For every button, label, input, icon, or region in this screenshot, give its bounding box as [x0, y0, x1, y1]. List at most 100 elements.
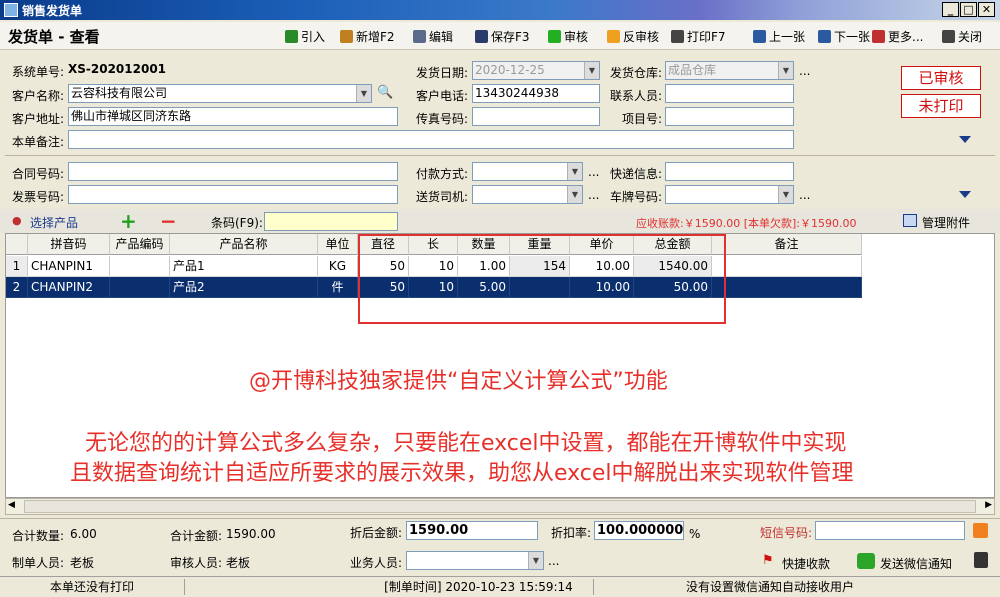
- driver-more[interactable]: ...: [588, 188, 599, 202]
- column-header[interactable]: 产品名称: [170, 234, 318, 255]
- address-field[interactable]: 佛山市禅城区同济东路: [68, 107, 398, 126]
- cell-code[interactable]: [110, 256, 170, 277]
- fax-field[interactable]: [472, 107, 600, 126]
- add-row-button[interactable]: +: [120, 209, 137, 233]
- driver-select[interactable]: ▼: [472, 185, 583, 204]
- toolbar-button-8[interactable]: 下一张: [818, 27, 870, 45]
- column-header[interactable]: 备注: [712, 234, 862, 255]
- toolbar-button-2[interactable]: 编辑: [413, 27, 453, 45]
- creator-label: 制单人员:: [12, 556, 65, 570]
- toolbar-button-5[interactable]: 反审核: [607, 27, 659, 45]
- cell-name[interactable]: 产品2: [170, 277, 318, 298]
- column-header[interactable]: 产品编码: [110, 234, 170, 255]
- total-qty-label: 合计数量:: [12, 529, 65, 543]
- manage-attachments-button[interactable]: 管理附件: [922, 214, 970, 231]
- dropdown-arrow-icon[interactable]: ▼: [778, 62, 793, 79]
- phone-field[interactable]: 13430244938: [472, 84, 600, 103]
- pay-more[interactable]: ...: [588, 165, 599, 179]
- toolbar-button-10[interactable]: 关闭: [942, 27, 982, 45]
- sms-label: 短信号码:: [760, 526, 813, 540]
- discounted-label: 折后金额:: [350, 526, 403, 540]
- contract-field[interactable]: [68, 162, 398, 181]
- dropdown-arrow-icon[interactable]: ▼: [584, 62, 599, 79]
- cell-unit[interactable]: KG: [318, 256, 358, 277]
- status-bar: 本单还没有打印 [制单时间] 2020-10-23 15:59:14 没有设置微…: [0, 576, 1000, 597]
- contact-field[interactable]: [665, 84, 794, 103]
- express-field[interactable]: [665, 162, 794, 181]
- invoice-label: 发票号码:: [12, 190, 65, 204]
- toolbar-button-0[interactable]: 引入: [285, 27, 325, 45]
- dropdown-arrow-icon[interactable]: ▼: [567, 186, 582, 203]
- approve-icon: [548, 29, 561, 43]
- attachment-icon[interactable]: [903, 214, 917, 227]
- send-wechat-button[interactable]: 发送微信通知: [880, 555, 952, 572]
- project-field[interactable]: [665, 107, 794, 126]
- cell-remark[interactable]: [712, 256, 862, 277]
- toolbar-button-3[interactable]: 保存F3: [475, 27, 530, 45]
- cell-pinyin[interactable]: CHANPIN1: [28, 256, 110, 277]
- promo-line-1: @开博科技独家提供“自定义计算公式”功能: [249, 369, 668, 394]
- remark-field[interactable]: [68, 130, 794, 149]
- cell-no[interactable]: 1: [6, 256, 28, 277]
- dropdown-arrow-icon[interactable]: ▼: [567, 163, 582, 180]
- cell-code[interactable]: [110, 277, 170, 298]
- column-header[interactable]: 单位: [318, 234, 358, 255]
- discounted-field[interactable]: 1590.00: [406, 521, 538, 540]
- plate-select[interactable]: ▼: [665, 185, 794, 204]
- scroll-thumb[interactable]: [24, 500, 976, 513]
- column-header[interactable]: 拼音码: [28, 234, 110, 255]
- toolbar: 发货单 - 查看 引入 新增F2 编辑 保存F3 审核 反审核 打印F7 上一张 下一张 更多..…: [0, 22, 1000, 50]
- pay-select[interactable]: ▼: [472, 162, 583, 181]
- cell-pinyin[interactable]: CHANPIN2: [28, 277, 110, 298]
- maximize-button[interactable]: □: [960, 2, 977, 17]
- barcode-input[interactable]: [264, 212, 398, 231]
- discount-rate-field[interactable]: 100.000000: [594, 521, 684, 540]
- rss-icon[interactable]: [973, 523, 988, 538]
- divider: [5, 155, 995, 156]
- customer-search-icon[interactable]: 🔍: [377, 85, 394, 102]
- horizontal-scrollbar[interactable]: ◀ ▶: [5, 498, 995, 515]
- ship-date-field[interactable]: 2020-12-25 ▼: [472, 61, 600, 80]
- warehouse-more[interactable]: ...: [799, 64, 810, 78]
- cell-no[interactable]: 2: [6, 277, 28, 298]
- dropdown-arrow-icon[interactable]: ▼: [356, 85, 371, 102]
- toolbar-button-6[interactable]: 打印F7: [671, 27, 726, 45]
- scroll-left-icon[interactable]: ◀: [8, 500, 15, 510]
- ship-date-label: 发货日期:: [416, 66, 469, 80]
- toolbar-button-label: 打印F7: [687, 29, 726, 44]
- toolbar-button-1[interactable]: 新增F2: [340, 27, 395, 45]
- salesman-more[interactable]: ...: [548, 554, 559, 568]
- plate-label: 车牌号码:: [610, 190, 663, 204]
- close-button[interactable]: ✕: [978, 2, 995, 17]
- toolbar-button-4[interactable]: 审核: [548, 27, 588, 45]
- toolbar-button-label: 更多...: [888, 29, 924, 44]
- device-icon[interactable]: [974, 552, 988, 568]
- plate-more[interactable]: ...: [799, 188, 810, 202]
- minimize-button[interactable]: _: [942, 2, 959, 17]
- expand-down-icon[interactable]: [959, 136, 971, 143]
- toolbar-button-9[interactable]: 更多...: [872, 27, 923, 45]
- scroll-right-icon[interactable]: ▶: [985, 500, 992, 510]
- warehouse-select[interactable]: 成品仓库 ▼: [665, 61, 794, 80]
- expand-down-icon[interactable]: [959, 191, 971, 198]
- remove-row-button[interactable]: −: [160, 209, 177, 233]
- select-product-icon[interactable]: ●: [12, 214, 26, 227]
- toolbar-button-7[interactable]: 上一张: [753, 27, 805, 45]
- salesman-select[interactable]: ▼: [406, 551, 544, 570]
- select-product-button[interactable]: 选择产品: [30, 214, 78, 231]
- cell-remark[interactable]: [712, 277, 862, 298]
- customer-select[interactable]: 云容科技有限公司 ▼: [68, 84, 372, 103]
- sms-field[interactable]: [815, 521, 965, 540]
- dropdown-arrow-icon[interactable]: ▼: [528, 552, 543, 569]
- phone-label: 客户电话:: [416, 89, 469, 103]
- quick-pay-button[interactable]: 快捷收款: [782, 555, 830, 572]
- express-label: 快递信息:: [610, 167, 663, 181]
- salesman-label: 业务人员:: [350, 556, 403, 570]
- cell-name[interactable]: 产品1: [170, 256, 318, 277]
- cell-unit[interactable]: 件: [318, 277, 358, 298]
- order-no-value: XS-202012001: [68, 62, 167, 76]
- dropdown-arrow-icon[interactable]: ▼: [778, 186, 793, 203]
- invoice-field[interactable]: [68, 185, 398, 204]
- total-qty-value: 6.00: [70, 527, 97, 541]
- column-header[interactable]: [6, 234, 28, 255]
